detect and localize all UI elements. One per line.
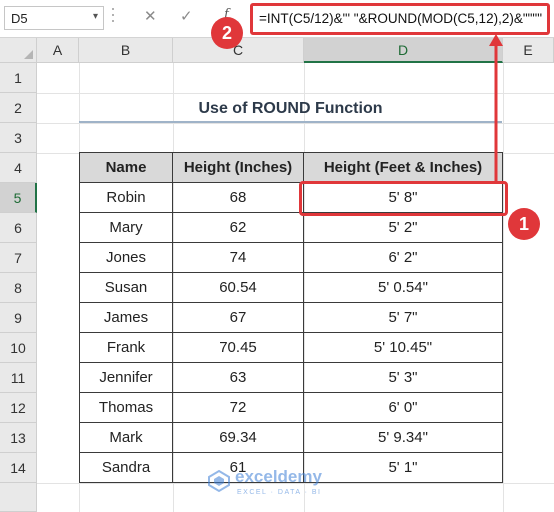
row-header-4[interactable]: 4 <box>0 153 37 183</box>
cell-feet-inches[interactable]: 6' 2" <box>303 242 503 273</box>
row-header-3[interactable]: 3 <box>0 123 37 153</box>
cell-feet-inches[interactable]: 6' 0" <box>303 392 503 423</box>
column-header-a[interactable]: A <box>37 38 79 63</box>
header-height-inches[interactable]: Height (Inches) <box>172 152 304 183</box>
gridline <box>503 63 504 512</box>
table-row: Mark 69.34 5' 9.34" <box>79 422 503 453</box>
header-height-feet-inches[interactable]: Height (Feet & Inches) <box>303 152 503 183</box>
column-header-d[interactable]: D <box>304 38 503 63</box>
row-header-7[interactable]: 7 <box>0 243 37 273</box>
cell-name[interactable]: Mark <box>79 422 173 453</box>
step-badge-1: 1 <box>508 208 540 240</box>
row-header-11[interactable]: 11 <box>0 363 37 393</box>
cell-inches[interactable]: 69.34 <box>172 422 304 453</box>
cell-name[interactable]: Jones <box>79 242 173 273</box>
chevron-down-icon[interactable]: ▾ <box>93 11 98 22</box>
row-header-9[interactable]: 9 <box>0 303 37 333</box>
row-header-15[interactable] <box>0 483 37 512</box>
selected-cell-highlight <box>299 181 508 216</box>
table-header-row: Name Height (Inches) Height (Feet & Inch… <box>79 152 503 183</box>
cell-inches[interactable]: 62 <box>172 212 304 243</box>
select-all-corner[interactable] <box>0 38 37 63</box>
cell-inches[interactable]: 72 <box>172 392 304 423</box>
title-underline <box>79 121 502 123</box>
row-header-8[interactable]: 8 <box>0 273 37 303</box>
cell-name[interactable]: Thomas <box>79 392 173 423</box>
cell-name[interactable]: James <box>79 302 173 333</box>
row-header-10[interactable]: 10 <box>0 333 37 363</box>
formula-text: =INT(C5/12)&"' "&ROUND(MOD(C5,12),2)&"""… <box>259 11 542 26</box>
drag-handle-icon[interactable] <box>112 8 114 30</box>
name-box[interactable]: D5 ▾ <box>4 6 104 30</box>
cell-feet-inches[interactable]: 5' 3" <box>303 362 503 393</box>
formula-input[interactable]: =INT(C5/12)&"' "&ROUND(MOD(C5,12),2)&"""… <box>250 3 550 35</box>
cell-feet-inches[interactable]: 5' 2" <box>303 212 503 243</box>
table-row: Frank 70.45 5' 10.45" <box>79 332 503 363</box>
table-row: Susan 60.54 5' 0.54" <box>79 272 503 303</box>
cell-inches[interactable]: 70.45 <box>172 332 304 363</box>
table-row: James 67 5' 7" <box>79 302 503 333</box>
row-header-14[interactable]: 14 <box>0 453 37 483</box>
sheet-title: Use of ROUND Function <box>198 100 383 117</box>
table-row: Thomas 72 6' 0" <box>79 392 503 423</box>
cell-feet-inches[interactable]: 5' 7" <box>303 302 503 333</box>
cell-name[interactable]: Sandra <box>79 452 173 483</box>
cell-name[interactable]: Frank <box>79 332 173 363</box>
cell-inches[interactable]: 63 <box>172 362 304 393</box>
table-row: Jones 74 6' 2" <box>79 242 503 273</box>
row-header-6[interactable]: 6 <box>0 213 37 243</box>
watermark-name: exceldemy <box>235 467 322 486</box>
table-row: Jennifer 63 5' 3" <box>79 362 503 393</box>
cell-inches[interactable]: 74 <box>172 242 304 273</box>
cell-feet-inches[interactable]: 5' 9.34" <box>303 422 503 453</box>
row-header-2[interactable]: 2 <box>0 93 37 123</box>
cell-name[interactable]: Mary <box>79 212 173 243</box>
watermark-tagline: EXCEL · DATA · BI <box>237 489 322 496</box>
cell-inches[interactable]: 67 <box>172 302 304 333</box>
cell-name[interactable]: Susan <box>79 272 173 303</box>
cell-name[interactable]: Robin <box>79 182 173 213</box>
name-box-value: D5 <box>11 11 28 26</box>
step-badge-2: 2 <box>211 17 243 49</box>
row-header-12[interactable]: 12 <box>0 393 37 423</box>
cell-name[interactable]: Jennifer <box>79 362 173 393</box>
cell-inches[interactable]: 60.54 <box>172 272 304 303</box>
enter-check-icon[interactable]: ✓ <box>180 7 193 25</box>
column-header-b[interactable]: B <box>79 38 173 63</box>
cancel-icon[interactable]: ✕ <box>144 7 157 25</box>
exceldemy-logo-icon <box>208 469 230 493</box>
row-header-1[interactable]: 1 <box>0 63 37 93</box>
cell-feet-inches[interactable]: 5' 0.54" <box>303 272 503 303</box>
exceldemy-watermark: exceldemy EXCEL · DATA · BI <box>205 465 365 505</box>
row-header-13[interactable]: 13 <box>0 423 37 453</box>
column-header-e[interactable]: E <box>503 38 554 63</box>
formula-bar: D5 ▾ ✕ ✓ f =INT(C5/12)&"' "&ROUND(MOD(C5… <box>0 0 554 38</box>
table-row: Mary 62 5' 2" <box>79 212 503 243</box>
row-header-5[interactable]: 5 <box>0 183 37 213</box>
cell-inches[interactable]: 68 <box>172 182 304 213</box>
header-name[interactable]: Name <box>79 152 173 183</box>
cell-feet-inches[interactable]: 5' 10.45" <box>303 332 503 363</box>
